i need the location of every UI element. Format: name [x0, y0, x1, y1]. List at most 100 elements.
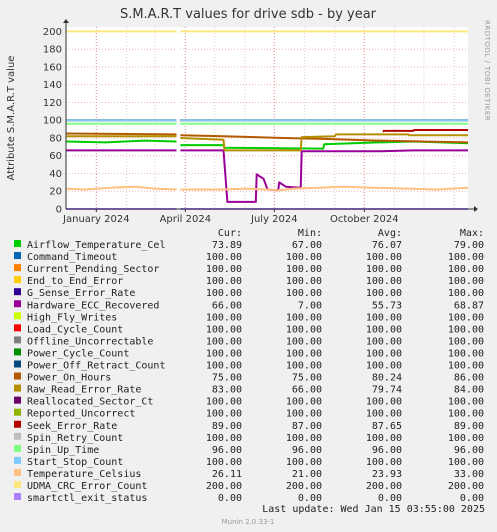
legend-value: 100.00: [206, 324, 242, 335]
legend-value: 100.00: [448, 361, 484, 372]
legend-label: Power_Off_Retract_Count: [27, 361, 165, 372]
legend-value: 96.00: [372, 445, 402, 456]
legend-swatch: [14, 481, 21, 488]
legend-label: Current_Pending_Sector: [27, 264, 159, 275]
legend-column-header: Cur:: [218, 228, 242, 239]
legend-value: 100.00: [206, 433, 242, 444]
legend-value: 100.00: [286, 457, 322, 468]
legend-value: 100.00: [206, 397, 242, 408]
legend-swatch: [14, 324, 21, 332]
legend-label: Reallocated_Sector_Ct: [27, 397, 153, 408]
legend-value: 100.00: [448, 264, 484, 275]
legend-value: 7.00: [298, 300, 322, 311]
legend-value: 100.00: [286, 324, 322, 335]
legend-value: 89.00: [212, 421, 242, 432]
legend-value: 100.00: [448, 324, 484, 335]
legend-value: 0.00: [378, 493, 402, 504]
legend-value: 79.74: [372, 385, 402, 396]
legend-swatch: [14, 456, 21, 464]
legend-value: 100.00: [286, 348, 322, 359]
y-tick-label: 40: [49, 169, 62, 180]
legend-value: 200.00: [448, 481, 484, 492]
legend-value: 0.00: [218, 493, 242, 504]
legend-value: 100.00: [286, 433, 322, 444]
legend-value: 100.00: [366, 457, 402, 468]
legend-value: 55.73: [372, 300, 402, 311]
y-tick-label: 0: [56, 205, 62, 216]
data-gap: [176, 27, 181, 209]
legend-value: 100.00: [366, 397, 402, 408]
legend-value: 23.93: [372, 469, 402, 480]
legend-label: Hardware_ECC_Recovered: [27, 300, 159, 311]
y-tick-label: 60: [49, 151, 62, 162]
legend-label: Start_Stop_Count: [27, 457, 123, 468]
legend-value: 200.00: [366, 481, 402, 492]
legend-value: 80.24: [372, 373, 402, 384]
y-tick-label: 180: [43, 45, 62, 56]
legend-value: 96.00: [212, 445, 242, 456]
legend-label: smartctl_exit_status: [27, 493, 147, 504]
legend-value: 100.00: [448, 276, 484, 287]
legend-value: 66.00: [292, 385, 322, 396]
legend-value: 100.00: [206, 409, 242, 420]
legend-column-header: Max:: [460, 228, 484, 239]
legend-swatch: [14, 396, 21, 404]
legend-label: Seek_Error_Rate: [27, 421, 117, 432]
legend-label: Command_Timeout: [27, 252, 117, 263]
legend-value: 100.00: [448, 336, 484, 347]
legend-value: 21.00: [292, 469, 322, 480]
legend-label: G_Sense_Error_Rate: [27, 288, 135, 299]
legend-swatch: [14, 468, 21, 476]
legend-value: 66.00: [212, 300, 242, 311]
legend-value: 100.00: [206, 336, 242, 347]
legend-value: 73.89: [212, 240, 242, 251]
last-update: Last update: Wed Jan 15 03:55:00 2025: [262, 504, 485, 515]
legend-swatch: [14, 420, 21, 428]
legend-swatch: [14, 276, 21, 284]
legend-value: 100.00: [366, 336, 402, 347]
legend-value: 0.00: [460, 493, 484, 504]
legend-swatch: [14, 336, 21, 344]
legend-value: 67.00: [292, 240, 322, 251]
legend-value: 100.00: [206, 264, 242, 275]
legend-value: 100.00: [366, 288, 402, 299]
legend-swatch: [14, 493, 21, 501]
x-tick-label: October 2024: [330, 214, 399, 225]
series-line-power-on-hours: [65, 132, 177, 136]
legend-value: 100.00: [286, 276, 322, 287]
legend-value: 87.65: [372, 421, 402, 432]
legend-value: 100.00: [286, 264, 322, 275]
legend-swatch: [14, 240, 21, 247]
y-tick-label: 140: [43, 80, 62, 91]
smart-chart: S.M.A.R.T values for drive sdb - by year…: [0, 0, 497, 532]
legend-value: 100.00: [366, 409, 402, 420]
legend-swatch: [14, 252, 21, 260]
legend-value: 84.00: [454, 385, 484, 396]
legend-value: 100.00: [206, 361, 242, 372]
legend-value: 200.00: [286, 481, 322, 492]
rrdtool-watermark: RRDTOOL / TOBI OETIKER: [483, 20, 491, 121]
legend-value: 100.00: [366, 276, 402, 287]
legend-value: 100.00: [448, 397, 484, 408]
y-tick-label: 200: [43, 27, 62, 38]
legend-value: 100.00: [286, 288, 322, 299]
legend-value: 100.00: [206, 252, 242, 263]
legend-swatch: [14, 348, 21, 356]
legend-value: 100.00: [286, 409, 322, 420]
legend-value: 33.00: [454, 469, 484, 480]
legend-value: 100.00: [366, 361, 402, 372]
legend-label: Power_Cycle_Count: [27, 348, 129, 359]
legend-label: UDMA_CRC_Error_Count: [27, 481, 147, 492]
legend-value: 100.00: [448, 288, 484, 299]
legend-label: End_to_End_Error: [27, 276, 123, 287]
legend-column-header: Avg:: [378, 228, 402, 239]
munin-version: Munin 2.0.33-1: [222, 518, 275, 526]
legend-label: Airflow_Temperature_Cel: [27, 240, 165, 251]
legend-swatch: [14, 300, 21, 308]
legend-label: High_Fly_Writes: [27, 312, 117, 323]
x-tick-label: July 2024: [250, 214, 298, 225]
legend-label: Power_On_Hours: [27, 373, 111, 384]
legend-value: 100.00: [206, 276, 242, 287]
legend-value: 100.00: [286, 252, 322, 263]
legend-swatch: [14, 408, 21, 416]
